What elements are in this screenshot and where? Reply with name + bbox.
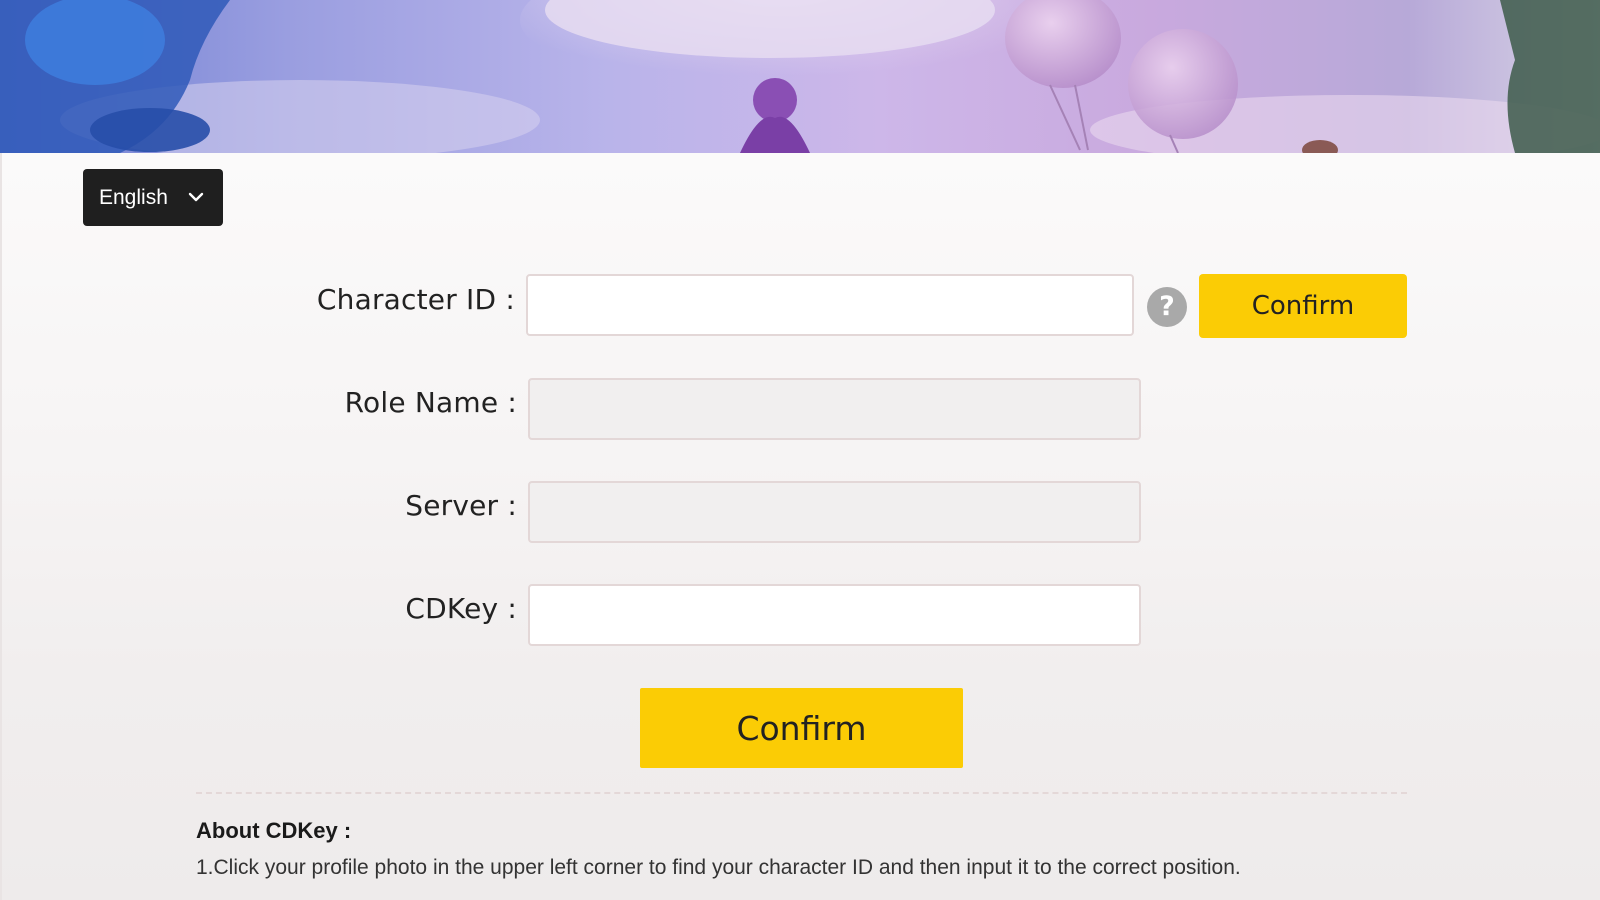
language-dropdown[interactable]: English <box>83 169 223 226</box>
character-id-confirm-button[interactable]: Confirm <box>1199 274 1407 338</box>
cdkey-redeem-panel: English Character ID : ? Confirm Role Na… <box>0 153 1600 900</box>
about-cdkey-item: 1.Click your profile photo in the upper … <box>196 856 1241 879</box>
about-cdkey-title: About CDKey : <box>196 818 352 843</box>
role-name-field <box>528 378 1141 440</box>
question-mark-icon[interactable]: ? <box>1147 287 1187 327</box>
language-selected: English <box>99 185 168 209</box>
role-name-label: Role Name : <box>344 386 517 419</box>
character-id-label: Character ID : <box>316 283 515 316</box>
banner-artwork <box>0 0 1600 153</box>
cdkey-input[interactable] <box>528 584 1141 646</box>
header-banner <box>0 0 1600 153</box>
server-label: Server : <box>405 489 517 522</box>
section-divider <box>196 792 1407 794</box>
character-id-input[interactable] <box>526 274 1134 336</box>
chevron-down-icon <box>188 192 204 202</box>
submit-confirm-button[interactable]: Confirm <box>640 688 963 768</box>
server-field <box>528 481 1141 543</box>
cdkey-label: CDKey : <box>405 592 517 625</box>
